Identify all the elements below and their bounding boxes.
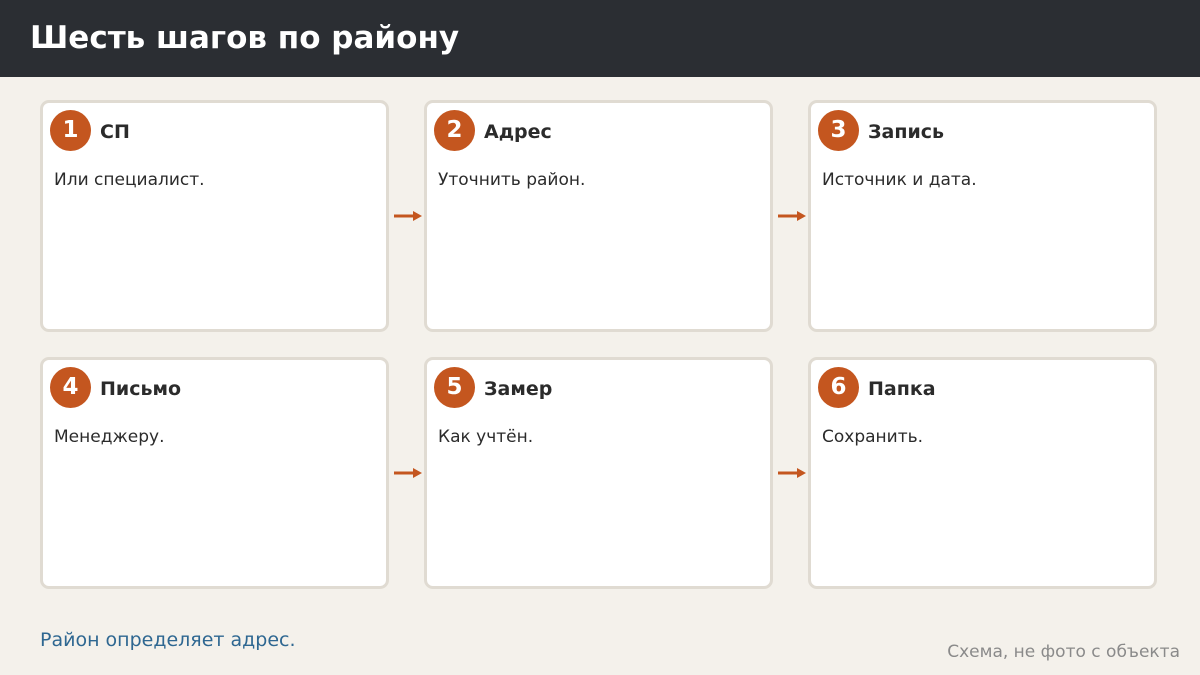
arrow-right-icon xyxy=(778,468,806,478)
step-card-4: 4 Письмо Менеджеру. xyxy=(40,357,389,589)
step-description: Сохранить. xyxy=(822,427,924,447)
step-card-6: 6 Папка Сохранить. xyxy=(808,357,1157,589)
arrow-right-icon xyxy=(394,211,422,221)
page-title: Шесть шагов по району xyxy=(30,20,460,56)
step-title: Замер xyxy=(484,378,553,400)
step-description: Уточнить район. xyxy=(438,170,586,190)
arrow-right-icon xyxy=(394,468,422,478)
footer-note: Район определяет адрес. xyxy=(40,629,296,651)
step-card-2: 2 Адрес Уточнить район. xyxy=(424,100,773,332)
step-card-1: 1 СП Или специалист. xyxy=(40,100,389,332)
step-description: Менеджеру. xyxy=(54,427,165,447)
step-card-5: 5 Замер Как учтён. xyxy=(424,357,773,589)
step-title: Адрес xyxy=(484,121,552,143)
step-title: Запись xyxy=(868,121,945,143)
arrow-right-icon xyxy=(778,211,806,221)
step-title: Письмо xyxy=(100,378,182,400)
step-description: Или специалист. xyxy=(54,170,205,190)
step-number-badge: 5 xyxy=(434,367,475,408)
header-bar: Шесть шагов по району xyxy=(0,0,1200,77)
step-description: Источник и дата. xyxy=(822,170,977,190)
step-number-badge: 6 xyxy=(818,367,859,408)
footer-caption: Схема, не фото с объекта xyxy=(947,642,1180,662)
step-number-badge: 1 xyxy=(50,110,91,151)
step-number-badge: 2 xyxy=(434,110,475,151)
step-number-badge: 4 xyxy=(50,367,91,408)
step-title: Папка xyxy=(868,378,936,400)
step-card-3: 3 Запись Источник и дата. xyxy=(808,100,1157,332)
step-title: СП xyxy=(100,121,130,143)
step-number-badge: 3 xyxy=(818,110,859,151)
step-description: Как учтён. xyxy=(438,427,534,447)
